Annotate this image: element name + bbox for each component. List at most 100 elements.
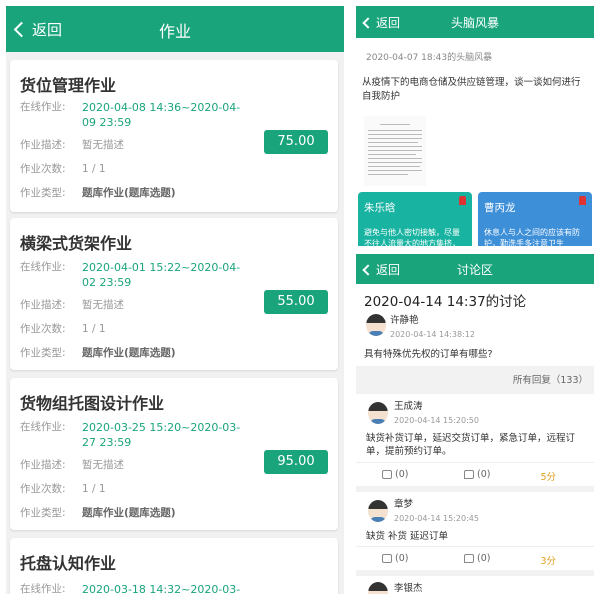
score-badge[interactable]: 75.00	[264, 130, 328, 154]
reply-score: 3分	[540, 556, 556, 567]
back-button[interactable]: 返回	[13, 19, 63, 40]
comment-count: (0)	[477, 553, 491, 564]
count-value: 1 / 1	[82, 163, 106, 175]
reply-actions: (0) (0) 3分	[356, 546, 594, 570]
type-row: 作业类型: 题库作业(题库选题)	[20, 505, 176, 520]
chevron-left-icon	[362, 263, 374, 276]
desc-row: 作业描述: 暂无描述	[20, 457, 124, 472]
avatar	[366, 314, 386, 336]
desc-value: 暂无描述	[82, 299, 124, 311]
pin-icon	[459, 196, 466, 205]
online-time-row: 在线作业: 2020-04-08 14:36~2020-04-09 23:59	[20, 100, 260, 130]
topic-author: 许静艳	[390, 315, 419, 326]
desc-label: 作业描述:	[20, 459, 66, 471]
online-time: 2020-03-25 15:20~2020-03-27 23:59	[82, 421, 241, 449]
idea-author: 曹丙龙	[484, 202, 516, 214]
brainstorm-header: 返回 头脑风暴	[356, 6, 594, 38]
online-time: 2020-03-18 14:32~2020-03-18	[82, 583, 241, 594]
type-label: 作业类型:	[20, 187, 66, 199]
homework-title: 货位管理作业	[20, 76, 117, 95]
score-badge[interactable]: 95.00	[264, 450, 328, 474]
type-label: 作业类型:	[20, 507, 66, 519]
discussion-header: 返回 讨论区	[356, 254, 594, 284]
comment-button[interactable]: (0)	[464, 553, 490, 564]
comment-icon	[464, 470, 474, 479]
type-row: 作业类型: 题库作业(题库选题)	[20, 185, 176, 200]
count-row: 作业次数: 1 / 1	[20, 161, 106, 176]
online-time: 2020-04-01 15:22~2020-04-02 23:59	[82, 261, 241, 289]
online-time-row: 在线作业: 2020-04-01 15:22~2020-04-02 23:59	[20, 260, 260, 290]
idea-text: 休息人与人之间的应该有防护，勤洗手多注意卫生	[484, 228, 580, 246]
thumbs-up-icon	[382, 554, 392, 563]
back-label: 返回	[32, 21, 63, 39]
homework-card[interactable]: 托盘认知作业 在线作业: 2020-03-18 14:32~2020-03-18	[10, 538, 338, 594]
back-button[interactable]: 返回	[362, 261, 401, 278]
reply-item: 王成涛 2020-04-14 15:20:50 缺货补货订单，延迟交货订单，紧急…	[356, 394, 594, 486]
homework-card[interactable]: 货物组托图设计作业 在线作业: 2020-03-25 15:20~2020-03-…	[10, 378, 338, 530]
type-value: 题库作业(题库选题)	[82, 347, 176, 359]
reply-author: 王成涛	[394, 401, 423, 412]
type-row: 作业类型: 题库作业(题库选题)	[20, 345, 176, 360]
idea-card[interactable]: 朱乐晗 避免与他人密切接触，尽量不往人流量大的地方集挤，平日	[358, 192, 472, 246]
online-time: 2020-04-08 14:36~2020-04-09 23:59	[82, 101, 241, 129]
desc-label: 作业描述:	[20, 299, 66, 311]
count-value: 1 / 1	[82, 323, 106, 335]
count-label: 作业次数:	[20, 163, 66, 175]
comment-icon	[464, 554, 474, 563]
online-time-row: 在线作业: 2020-03-25 15:20~2020-03-27 23:59	[20, 420, 260, 450]
type-value: 题库作业(题库选题)	[82, 507, 176, 519]
homework-title: 货物组托图设计作业	[20, 394, 165, 413]
count-row: 作业次数: 1 / 1	[20, 321, 106, 336]
homework-title: 横梁式货架作业	[20, 234, 133, 253]
brainstorm-prompt: 从疫情下的电商仓储及供应链管理，谈一谈如何进行自我防护	[362, 77, 581, 102]
reply-item: 章梦 2020-04-14 15:20:45 缺货 补货 延迟订单 (0) (0…	[356, 492, 594, 570]
comment-button[interactable]: (0)	[464, 469, 490, 480]
back-label: 返回	[376, 263, 401, 277]
reply-actions: (0) (0) 5分	[356, 462, 594, 486]
like-button[interactable]: (0)	[382, 469, 408, 480]
idea-card[interactable]: 曹丙龙 休息人与人之间的应该有防护，勤洗手多注意卫生	[478, 192, 592, 246]
reply-author: 章梦	[394, 499, 414, 510]
homework-header: 返回 作业	[6, 6, 344, 52]
avatar	[368, 402, 388, 424]
brainstorm-meta: 2020-04-07 18:43的头脑风暴	[366, 53, 493, 63]
comment-count: (0)	[477, 469, 491, 480]
homework-card[interactable]: 货位管理作业 在线作业: 2020-04-08 14:36~2020-04-09 …	[10, 60, 338, 212]
reply-item: 李银杰	[356, 576, 594, 594]
avatar	[368, 582, 388, 594]
reply-date: 2020-04-14 15:20:50	[394, 416, 479, 425]
type-value: 题库作业(题库选题)	[82, 187, 176, 199]
back-button[interactable]: 返回	[362, 14, 401, 31]
topic-title: 2020-04-14 14:37的讨论	[364, 294, 527, 310]
like-button[interactable]: (0)	[382, 553, 408, 564]
topic-date: 2020-04-14 14:38:12	[390, 330, 475, 339]
count-value: 1 / 1	[82, 483, 106, 495]
discussion-screen: 返回 讨论区 2020-04-14 14:37的讨论 许静艳 2020-04-1…	[356, 254, 594, 594]
online-time-row: 在线作业: 2020-03-18 14:32~2020-03-18	[20, 582, 260, 594]
pin-icon	[579, 196, 586, 205]
homework-title: 托盘认知作业	[20, 554, 117, 573]
reply-score: 5分	[540, 472, 556, 483]
idea-author: 朱乐晗	[364, 202, 396, 214]
back-label: 返回	[376, 16, 401, 30]
desc-label: 作业描述:	[20, 139, 66, 151]
reply-text: 缺货 补货 延迟订单	[366, 531, 449, 542]
thumbs-up-icon	[382, 470, 392, 479]
score-badge[interactable]: 55.00	[264, 290, 328, 314]
desc-row: 作业描述: 暂无描述	[20, 297, 124, 312]
reply-text: 缺货补货订单，延迟交货订单，紧急订单，远程订单，提前预约订单。	[366, 433, 576, 457]
count-row: 作业次数: 1 / 1	[20, 481, 106, 496]
reply-author: 李银杰	[394, 583, 423, 594]
desc-value: 暂无描述	[82, 139, 124, 151]
screenshot-collage: 返回 作业 货位管理作业 在线作业: 2020-04-08 14:36~2020-…	[0, 0, 600, 600]
online-label: 在线作业:	[20, 421, 66, 433]
like-count: (0)	[395, 469, 409, 480]
desc-row: 作业描述: 暂无描述	[20, 137, 124, 152]
desc-value: 暂无描述	[82, 459, 124, 471]
homework-card[interactable]: 横梁式货架作业 在线作业: 2020-04-01 15:22~2020-04-02…	[10, 218, 338, 370]
type-label: 作业类型:	[20, 347, 66, 359]
like-count: (0)	[395, 553, 409, 564]
homework-screen: 返回 作业 货位管理作业 在线作业: 2020-04-08 14:36~2020-…	[6, 6, 344, 594]
topic-question: 具有特殊优先权的订单有哪些?	[364, 349, 493, 360]
document-thumbnail[interactable]	[364, 116, 426, 186]
